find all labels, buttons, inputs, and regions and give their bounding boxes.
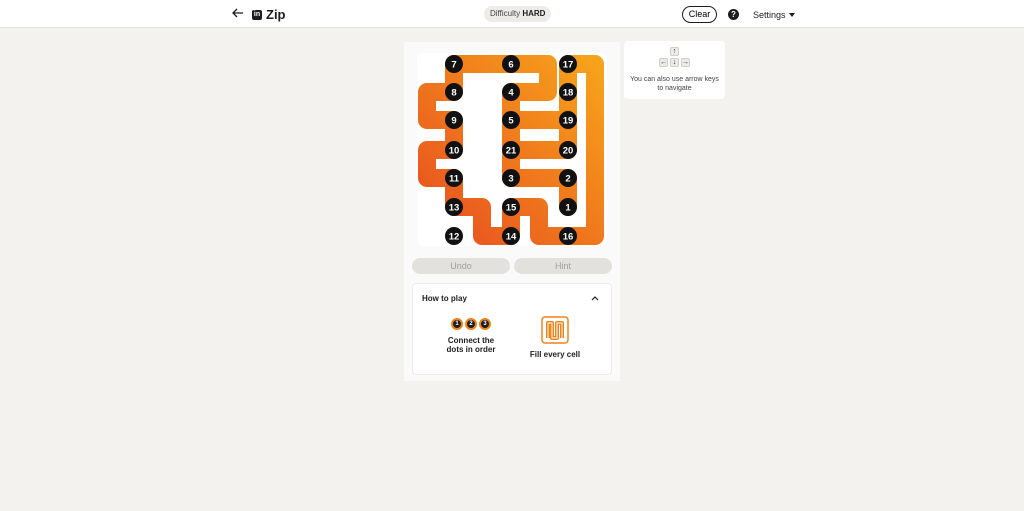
number-dot[interactable]: 6: [502, 55, 520, 73]
number-dot-label: 18: [563, 88, 574, 99]
arrow-keys-hint: ↑ ← ↓ → You can also use arrow keys to n…: [624, 41, 725, 99]
fill-grid-icon: [541, 316, 569, 344]
example-dot: 2: [465, 318, 477, 330]
number-dot-label: 1: [565, 203, 571, 214]
difficulty-value: HARD: [522, 9, 546, 18]
clear-button[interactable]: Clear: [682, 6, 717, 23]
undo-button[interactable]: Undo: [412, 258, 510, 274]
game-title: Zip: [266, 7, 286, 22]
settings-menu[interactable]: Settings: [753, 10, 795, 20]
arrow-right-icon: →: [681, 58, 690, 67]
number-dot-label: 9: [451, 116, 456, 127]
arrow-left-icon: ←: [659, 58, 668, 67]
number-dot[interactable]: 19: [559, 111, 577, 129]
example-dot: 3: [479, 318, 491, 330]
how-to-play-panel: How to play 1 2 3 Connect the dots in or…: [412, 283, 612, 375]
number-dot[interactable]: 10: [445, 141, 463, 159]
brand: in Zip: [252, 7, 286, 22]
number-dot[interactable]: 5: [502, 111, 520, 129]
arrow-keys-graphic: ↑ ← ↓ →: [658, 46, 692, 70]
number-dot[interactable]: 15: [502, 198, 520, 216]
puzzle-board[interactable]: 7 6 17 8 4 18 9 5 19 10 21 20 11 3 2 13 15 1 12 14 16: [417, 53, 607, 246]
arrow-down-icon: ↓: [670, 58, 679, 67]
number-dot[interactable]: 18: [559, 83, 577, 101]
number-dot-label: 20: [563, 146, 574, 157]
number-dot[interactable]: 4: [502, 83, 520, 101]
difficulty-label: Difficulty: [490, 9, 521, 18]
number-dot[interactable]: 1: [559, 198, 577, 216]
number-dot[interactable]: 12: [445, 227, 463, 245]
example-dot: 1: [451, 318, 463, 330]
number-dot-label: 19: [563, 116, 574, 127]
number-dot-label: 8: [451, 88, 456, 99]
rule-fill-cells: Fill every cell: [525, 316, 585, 359]
number-dot-label: 2: [565, 174, 570, 185]
number-dot[interactable]: 2: [559, 169, 577, 187]
rule-connect-label: Connect the dots in order: [446, 336, 496, 354]
number-dot[interactable]: 11: [445, 169, 463, 187]
number-dot[interactable]: 16: [559, 227, 577, 245]
number-dot[interactable]: 3: [502, 169, 520, 187]
settings-label: Settings: [753, 10, 786, 20]
number-dot-label: 3: [508, 174, 513, 185]
number-dot-label: 13: [449, 203, 460, 214]
number-dot-label: 14: [506, 232, 517, 243]
number-dot-label: 4: [508, 88, 514, 99]
example-dots: 1 2 3: [443, 318, 499, 330]
number-dot[interactable]: 9: [445, 111, 463, 129]
how-to-play-title: How to play: [422, 294, 467, 303]
number-dot[interactable]: 14: [502, 227, 520, 245]
control-buttons: Undo Hint: [412, 258, 612, 274]
number-dot-label: 7: [451, 60, 456, 71]
number-dot-label: 6: [508, 60, 513, 71]
back-arrow-icon[interactable]: [231, 6, 245, 20]
linkedin-logo-icon: in: [252, 9, 262, 20]
rule-connect-dots: 1 2 3 Connect the dots in order: [443, 318, 499, 354]
number-dot[interactable]: 17: [559, 55, 577, 73]
number-dot-label: 5: [508, 116, 514, 127]
number-dot-label: 15: [506, 203, 517, 214]
number-dot-label: 17: [563, 60, 574, 71]
number-dot[interactable]: 8: [445, 83, 463, 101]
arrow-up-icon: ↑: [670, 47, 679, 56]
difficulty-badge: Difficulty HARD: [484, 6, 552, 22]
help-icon[interactable]: ?: [728, 9, 739, 20]
caret-down-icon: [788, 13, 795, 17]
number-dot-label: 16: [563, 232, 574, 243]
number-dot[interactable]: 21: [502, 141, 520, 159]
number-dot-label: 11: [449, 174, 460, 185]
hint-button[interactable]: Hint: [514, 258, 612, 274]
top-bar: in Zip Difficulty HARD Clear ? Settings: [0, 0, 1024, 28]
number-dot[interactable]: 20: [559, 141, 577, 159]
arrow-hint-text: You can also use arrow keys to navigate: [630, 76, 719, 92]
rule-fill-label: Fill every cell: [529, 350, 581, 359]
number-dot-label: 10: [449, 146, 460, 157]
number-dot-label: 12: [449, 232, 460, 243]
number-dot-label: 21: [506, 146, 517, 157]
number-dot[interactable]: 13: [445, 198, 463, 216]
game-card: 7 6 17 8 4 18 9 5 19 10 21 20 11 3 2 13 15 1 12 14 16 Undo H…: [404, 42, 620, 381]
number-dot[interactable]: 7: [445, 55, 463, 73]
chevron-up-icon[interactable]: [590, 293, 600, 303]
